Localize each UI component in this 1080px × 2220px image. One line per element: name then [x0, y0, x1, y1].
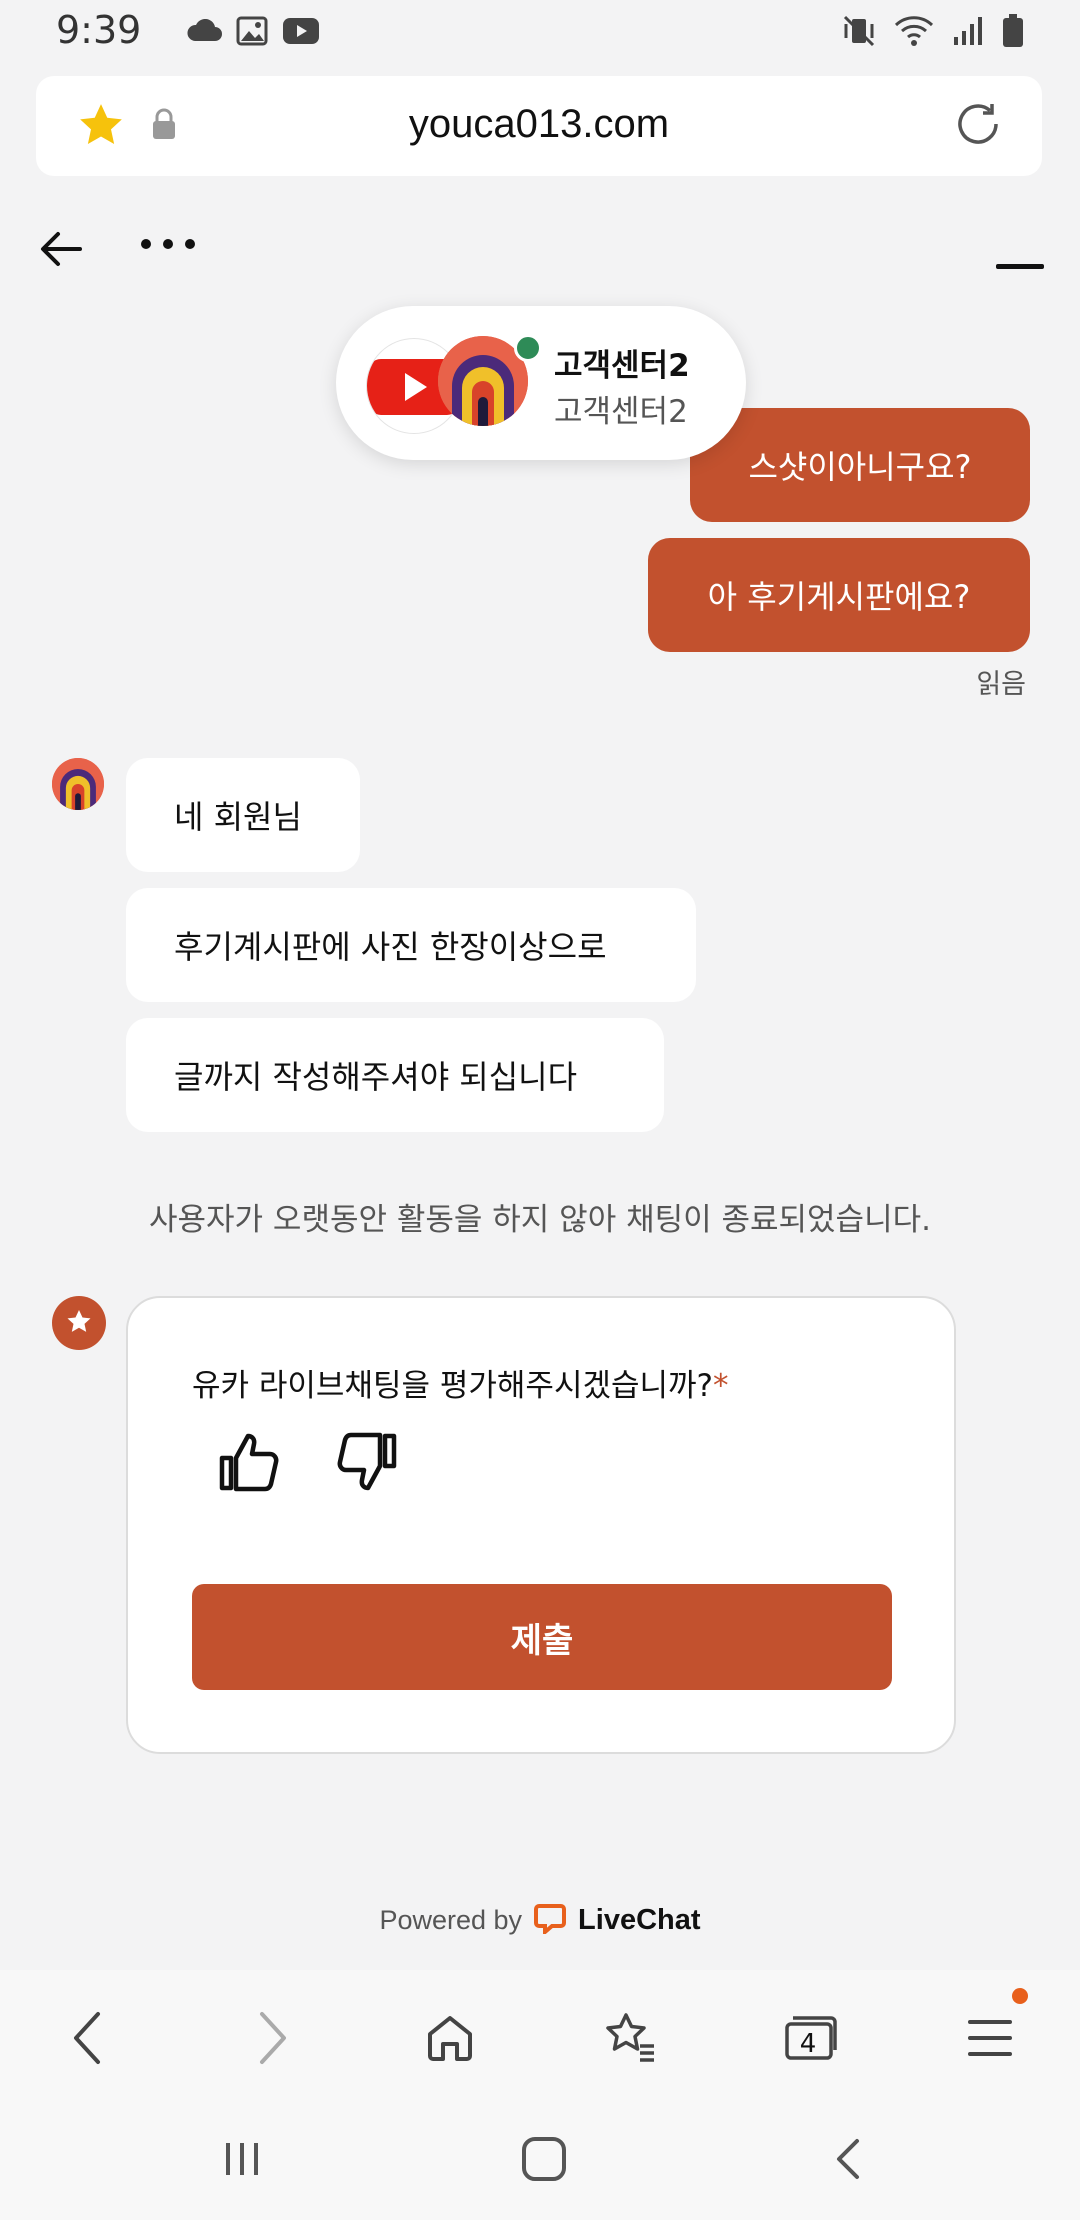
- rating-question: 유카 라이브채팅을 평가해주시겠습니까?*: [192, 1360, 729, 1405]
- submit-button[interactable]: 제출: [192, 1584, 892, 1690]
- vibrate-mute-icon: [842, 14, 876, 52]
- message-out: 아 후기게시판에요?: [648, 538, 1030, 652]
- agent-header-card: 고객센터2 고객센터2: [336, 306, 746, 460]
- more-options-icon[interactable]: [138, 236, 198, 256]
- reload-icon[interactable]: [952, 98, 1004, 154]
- battery-icon: [1002, 14, 1024, 52]
- powered-by-label: Powered by: [379, 1905, 523, 1935]
- home-button-icon[interactable]: [504, 2124, 584, 2194]
- livechat-logo-icon: [534, 1902, 567, 1939]
- minimize-icon[interactable]: [996, 264, 1044, 269]
- message-in: 글까지 작성해주셔야 되십니다: [126, 1018, 664, 1132]
- chat-ended-notice: 사용자가 오랫동안 활동을 하지 않아 채팅이 종료되었습니다.: [149, 1202, 931, 1238]
- url-text[interactable]: youca013.com: [36, 102, 1042, 147]
- system-back-icon[interactable]: [808, 2124, 888, 2194]
- signal-icon: [952, 15, 984, 51]
- read-receipt: 읽음: [976, 669, 1026, 700]
- required-mark: *: [713, 1368, 729, 1404]
- agent-online-indicator: [514, 334, 542, 362]
- wifi-icon: [894, 15, 934, 51]
- agent-subtitle: 고객센터2: [554, 394, 688, 430]
- rating-card: 유카 라이브채팅을 평가해주시겠습니까?* 제출: [126, 1296, 956, 1754]
- rating-question-text: 유카 라이브채팅을 평가해주시겠습니까?: [192, 1368, 714, 1404]
- bookmarks-icon[interactable]: [590, 1998, 670, 2078]
- cloud-icon: [186, 18, 222, 47]
- url-bar[interactable]: youca013.com: [36, 76, 1042, 176]
- gallery-icon: [236, 16, 268, 50]
- youtube-icon: [282, 17, 320, 49]
- message-in: 후기계시판에 사진 한장이상으로: [126, 888, 696, 1002]
- recent-apps-icon[interactable]: [202, 2124, 282, 2194]
- status-bar: 9:39: [0, 0, 1080, 66]
- menu-icon[interactable]: [950, 1998, 1030, 2078]
- forward-icon[interactable]: [232, 1998, 312, 2078]
- message-out: 스샷이아니구요?: [690, 408, 1030, 522]
- home-icon[interactable]: [410, 1998, 490, 2078]
- browser-toolbar: 4: [0, 1970, 1080, 2100]
- tabs-icon[interactable]: 4: [770, 1998, 850, 2078]
- status-left-icons: [186, 16, 320, 50]
- tabs-count: 4: [799, 2029, 817, 2059]
- status-time: 9:39: [56, 8, 142, 52]
- agent-message-avatar: [52, 758, 104, 810]
- system-navigation-bar: [0, 2100, 1080, 2220]
- message-in: 네 회원님: [126, 758, 360, 872]
- thumbs-down-icon[interactable]: [332, 1428, 400, 1500]
- powered-brand: LiveChat: [578, 1904, 701, 1936]
- powered-by[interactable]: Powered by LiveChat: [0, 1902, 1080, 1939]
- back-icon[interactable]: [48, 1998, 128, 2078]
- agent-name: 고객센터2: [554, 348, 690, 384]
- menu-notification-dot: [1012, 1988, 1028, 2004]
- rating-bot-avatar: [52, 1296, 106, 1350]
- status-right-icons: [842, 14, 1024, 52]
- thumbs-up-icon[interactable]: [216, 1428, 284, 1500]
- chat-back-icon[interactable]: [38, 226, 84, 276]
